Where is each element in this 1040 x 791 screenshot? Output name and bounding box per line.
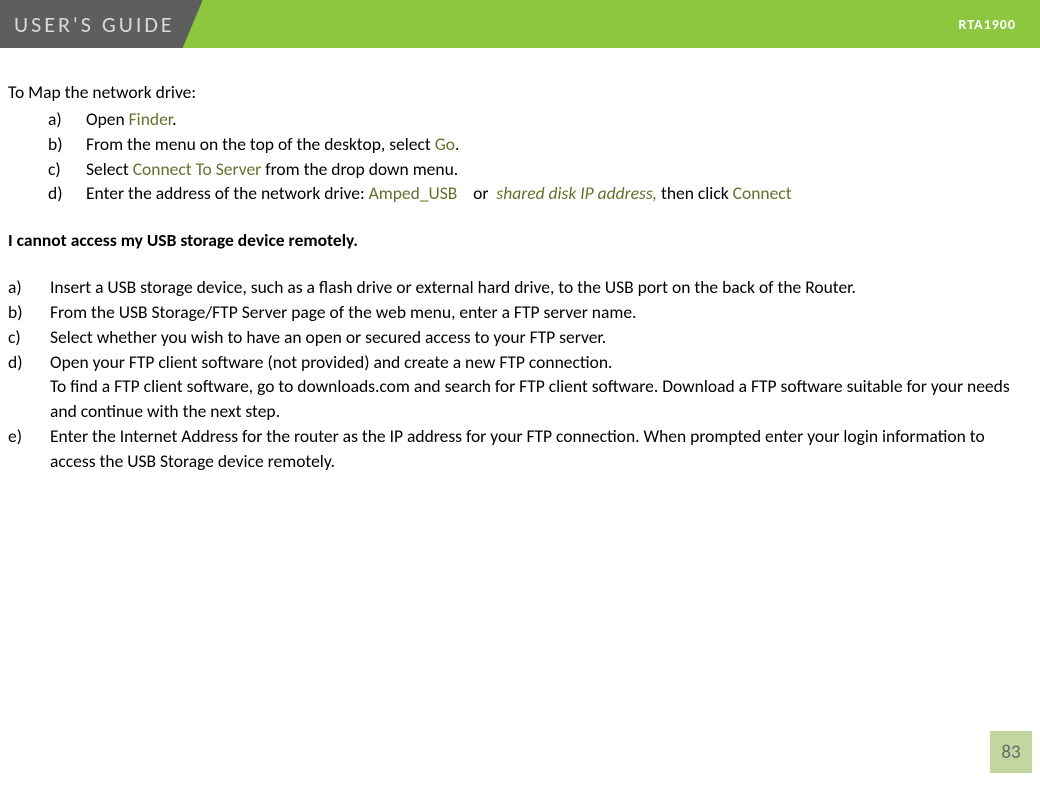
header-title-container: USER'S GUIDE — [0, 0, 203, 48]
page-content: To Map the network drive: a) Open Finder… — [0, 48, 1040, 474]
connect-to-server-label: Connect To Server — [133, 158, 262, 180]
list-body: Enter the Internet Address for the route… — [50, 424, 1032, 474]
list-body: Open your FTP client software (not provi… — [50, 350, 1032, 425]
list-item: d) Enter the address of the network driv… — [48, 181, 1032, 206]
faq-heading: I cannot access my USB storage device re… — [8, 228, 1032, 253]
list-marker: d) — [8, 350, 50, 425]
list-item: d) Open your FTP client software (not pr… — [8, 350, 1032, 425]
list-body: Open Finder. — [86, 107, 177, 132]
list-item: b) From the USB Storage/FTP Server page … — [8, 300, 1032, 325]
list-body: Select whether you wish to have an open … — [50, 325, 1032, 350]
map-drive-steps: a) Open Finder. b) From the menu on the … — [8, 107, 1032, 206]
list-item: a) Open Finder. — [48, 107, 1032, 132]
list-body: From the menu on the top of the desktop,… — [86, 132, 459, 157]
list-marker: b) — [8, 300, 50, 325]
header-bar: USER'S GUIDE RTA1900 — [0, 0, 1040, 48]
connect-label: Connect — [733, 182, 792, 204]
section1-intro: To Map the network drive: — [8, 80, 1032, 105]
header-title: USER'S GUIDE — [14, 11, 175, 38]
page-number: 83 — [990, 731, 1032, 773]
list-marker: d) — [48, 181, 86, 206]
list-body: From the USB Storage/FTP Server page of … — [50, 300, 1032, 325]
list-marker: a) — [48, 107, 86, 132]
finder-label: Finder — [129, 108, 173, 130]
list-item: b) From the menu on the top of the deskt… — [48, 132, 1032, 157]
shared-ip-label: shared disk IP address, — [496, 182, 657, 204]
list-item: e) Enter the Internet Address for the ro… — [8, 424, 1032, 474]
list-item: c) Select whether you wish to have an op… — [8, 325, 1032, 350]
list-body: Select Connect To Server from the drop d… — [86, 157, 458, 182]
list-marker: c) — [48, 157, 86, 182]
list-marker: a) — [8, 275, 50, 300]
list-marker: e) — [8, 424, 50, 474]
go-label: Go — [435, 133, 455, 155]
list-item: a) Insert a USB storage device, such as … — [8, 275, 1032, 300]
list-marker: b) — [48, 132, 86, 157]
amped-usb-label: Amped_USB — [369, 182, 458, 204]
list-body: Insert a USB storage device, such as a f… — [50, 275, 1032, 300]
list-item: c) Select Connect To Server from the dro… — [48, 157, 1032, 182]
list-body: Enter the address of the network drive: … — [86, 181, 792, 206]
header-model: RTA1900 — [959, 16, 1016, 33]
faq-steps: a) Insert a USB storage device, such as … — [8, 275, 1032, 474]
list-marker: c) — [8, 325, 50, 350]
